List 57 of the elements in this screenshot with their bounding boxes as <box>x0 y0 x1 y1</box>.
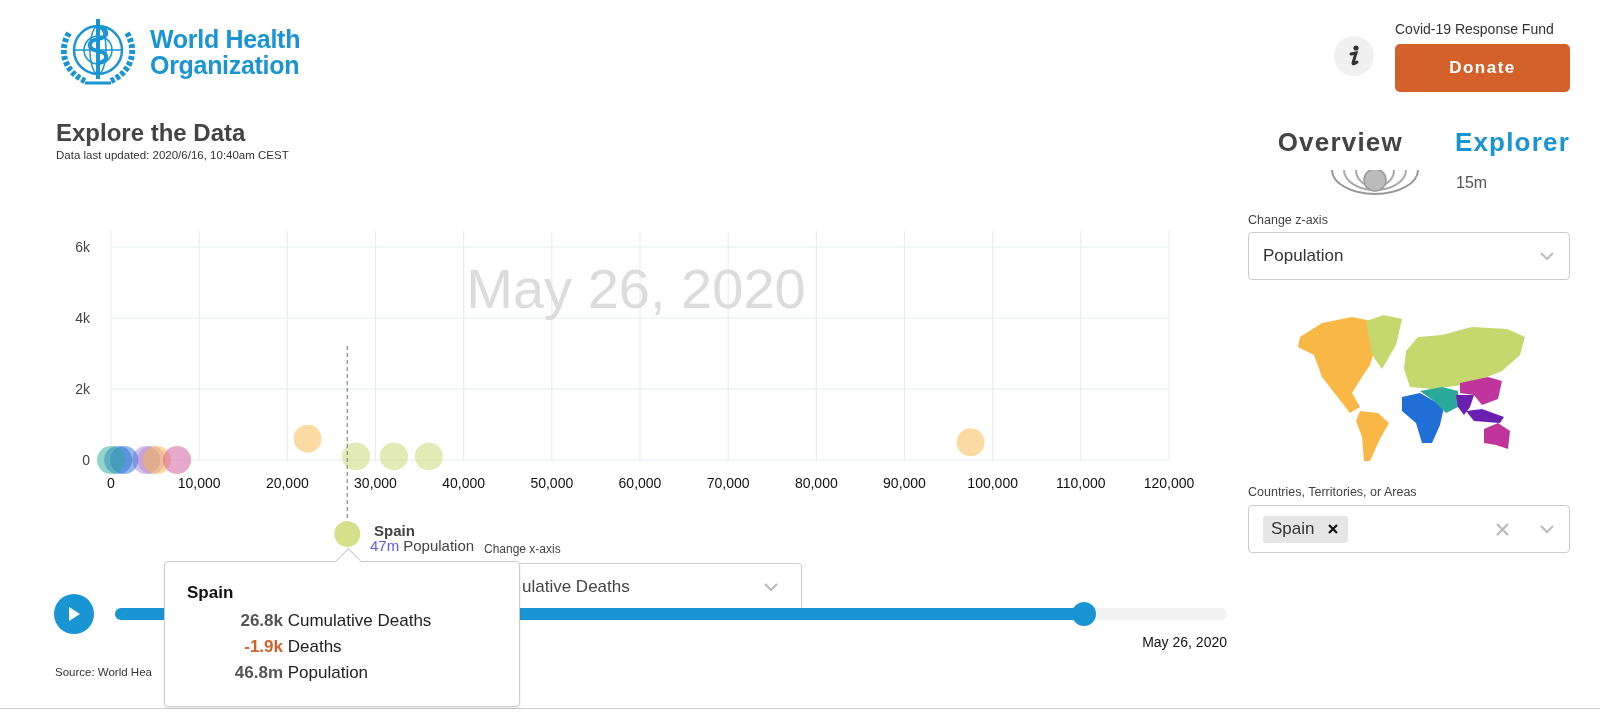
donate-button[interactable]: Donate <box>1395 44 1570 92</box>
country-label: Spain <box>374 522 415 539</box>
axis-tick-label: 0 <box>82 452 90 468</box>
chevron-down-icon <box>1539 524 1555 534</box>
data-bubble <box>97 446 125 474</box>
axis-tick-label: 120,000 <box>1143 475 1195 491</box>
slider-thumb[interactable] <box>1071 602 1096 626</box>
info-icon <box>1348 45 1360 67</box>
source-note: Source: World Hea <box>55 666 152 678</box>
axis-tick-label: 30,000 <box>354 475 397 491</box>
axis-tick-label: 80,000 <box>794 475 838 491</box>
country-chip[interactable]: Spain <box>1263 515 1349 543</box>
timeline-date: May 26, 2020 <box>1142 634 1227 650</box>
logo-wordmark: World Health Organization <box>150 25 302 78</box>
axis-tick-label: 20,000 <box>265 475 309 491</box>
legend-value: 15m <box>1456 174 1488 192</box>
fund-label: Covid-19 Response Fund <box>1395 20 1555 38</box>
chip-label: Spain <box>1271 519 1315 539</box>
z-axis-dropdown[interactable]: Population <box>1248 232 1570 280</box>
page-title: Explore the Data <box>56 118 247 148</box>
population-label: Population <box>403 537 475 554</box>
play-button[interactable] <box>54 594 94 634</box>
tooltip-row-text: -1.9k Deaths <box>243 636 342 658</box>
info-button[interactable] <box>1334 36 1374 76</box>
axis-tick-label: 40,000 <box>442 475 486 491</box>
tooltip-row-text: 46.8m Population <box>233 662 369 684</box>
tooltip-title: Spain <box>187 582 235 604</box>
country-multiselect[interactable]: Spain <box>1248 505 1570 553</box>
axis-tick-label: 6k <box>75 239 90 255</box>
field-label: Change x-axis <box>484 542 561 556</box>
timeline-slider[interactable] <box>115 602 1227 626</box>
axis-tick-label: 70,000 <box>706 475 750 491</box>
play-icon <box>67 606 81 622</box>
highlight-marker <box>334 521 361 547</box>
update-note: Data last updated: 2020/6/16, 10:40am CEST <box>56 148 290 162</box>
axis-tick-label: 90,000 <box>883 475 926 491</box>
data-bubble <box>414 442 443 471</box>
axis-tick-label: 10,000 <box>177 475 221 491</box>
data-bubble <box>380 442 408 471</box>
data-bubble <box>163 446 192 474</box>
chevron-down-icon <box>763 582 779 592</box>
axis-tick-label: 2k <box>75 381 90 397</box>
data-bubble <box>293 424 322 453</box>
chevron-down-icon <box>1539 251 1555 261</box>
remove-icon[interactable] <box>1328 524 1339 534</box>
axis-tick-label: 110,000 <box>1056 475 1106 491</box>
axis-tick-label: 100,000 <box>967 475 1018 491</box>
axis-tick-label: 60,000 <box>618 475 662 491</box>
nav-tab[interactable]: Overview <box>1277 125 1403 159</box>
field-label: Countries, Territories, or Areas <box>1248 484 1418 500</box>
data-bubble <box>342 442 371 471</box>
axis-tick-label: 4k <box>75 310 90 326</box>
axis-tick-label: 0 <box>107 475 115 491</box>
axis-tick-label: 50,000 <box>530 475 574 491</box>
field-label: Change z-axis <box>1248 212 1329 228</box>
tooltip-row-text: 26.8k Cumulative Deaths <box>239 610 432 632</box>
data-bubble <box>956 428 985 457</box>
